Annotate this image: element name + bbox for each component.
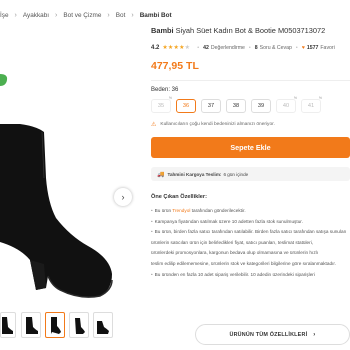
add-to-cart-button[interactable]: Sepete Ekle — [151, 137, 350, 158]
breadcrumb: İşe › Ayakkabı › Bot ve Çizme › Bot › Bambi … — [0, 8, 172, 22]
size-badge: % — [168, 96, 172, 100]
feature-item: Kampanya fiyatından satılmak üzere 10 ad… — [151, 217, 350, 228]
next-image-button[interactable]: › — [114, 188, 132, 206]
size-option[interactable]: 40% — [276, 96, 297, 113]
feature-text: Bu üründen en fazla 10 adet sipariş veri… — [154, 271, 315, 277]
chevron-right-icon: › — [14, 11, 17, 19]
size-badge: % — [318, 96, 322, 100]
chevron-right-icon: › — [121, 192, 125, 202]
all-features-label: ÜRÜNÜN TÜM ÖZELLİKLERİ — [229, 331, 308, 338]
size-option[interactable]: 41% — [301, 96, 322, 113]
feature-item: teslim edilip edilememesine, ürünlerin s… — [151, 259, 350, 270]
breadcrumb-item[interactable]: Bot — [116, 12, 126, 19]
truck-icon: 🚚 — [157, 171, 165, 178]
thumbnail[interactable] — [0, 312, 16, 338]
size-option-label: 41 — [307, 103, 315, 109]
favorite-label: Favori — [320, 44, 335, 51]
size-option-label: 35 — [157, 103, 165, 109]
rating-score: 4.2 — [151, 44, 160, 51]
size-option[interactable]: 37 — [201, 99, 221, 113]
feature-item: ürünlerin satıcıları ürün için belirledi… — [151, 238, 350, 249]
size-option-label: 37 — [207, 103, 215, 109]
rating-row: 4.2 ★★★★★ • 42 Değerlendirme • 8 Soru & … — [151, 44, 350, 52]
size-label: Beden: 36 — [151, 87, 179, 93]
warning-icon: ⚠ — [151, 122, 157, 128]
breadcrumb-item[interactable]: Bot ve Çizme — [63, 12, 101, 19]
feature-item: Bu üründen en fazla 10 adet sipariş veri… — [151, 270, 350, 281]
thumbnail-active[interactable] — [45, 312, 65, 338]
breadcrumb-current[interactable]: Bambi Bot — [140, 12, 172, 19]
size-option-label: 39 — [257, 103, 265, 109]
delivery-estimate: 🚚 Tahmini Kargoya Teslim: 6 gün içinde — [151, 167, 350, 181]
size-recommendation-text: Kullanıcıların çoğu kendi bedeninizi alm… — [160, 122, 275, 127]
thumbnail[interactable] — [21, 312, 41, 338]
review-label[interactable]: Değerlendirme — [211, 45, 245, 51]
all-features-button[interactable]: ÜRÜNÜN TÜM ÖZELLİKLERİ › — [195, 324, 350, 345]
feature-text: ürünlerin satıcıları ürün için belirledi… — [151, 239, 314, 245]
size-recommendation: ⚠ Kullanıcıların çoğu kendi bedeninizi a… — [151, 121, 350, 128]
features-title: Öne Çıkan Özellikler: — [151, 194, 207, 200]
review-count[interactable]: 42 — [203, 45, 209, 51]
rating-stars[interactable]: ★★★★★ — [162, 44, 190, 51]
feature-text: tarafından gönderilecektir. — [190, 208, 246, 213]
feature-text: Kampanya fiyatından satılmak üzere 10 ad… — [154, 218, 303, 224]
eco-leaf-icon — [0, 72, 8, 88]
size-options: 35% 36 37 38 39 40% 41% — [151, 96, 350, 113]
thumbnail[interactable] — [69, 312, 89, 338]
feature-item: ürünlerdeki promosyonlara, kargonun beda… — [151, 248, 350, 259]
product-info: Bambi Siyah Süet Kadın Bot & Bootie M050… — [151, 26, 350, 280]
seller-link[interactable]: Trendyol — [172, 208, 190, 213]
separator: • — [295, 44, 298, 51]
qa-label[interactable]: Soru & Cevap — [260, 45, 292, 51]
product-price: 477,95 TL — [151, 60, 199, 72]
feature-item: Bu ürün Trendyol tarafından gönderilecek… — [151, 206, 350, 217]
qa-count[interactable]: 8 — [255, 45, 258, 51]
chevron-right-icon: › — [107, 11, 110, 19]
breadcrumb-item[interactable]: İşe — [0, 12, 9, 19]
thumbnail[interactable] — [93, 312, 113, 338]
product-main-image[interactable]: › — [0, 28, 138, 308]
feature-text: teslim edilip edilememesine, ürünlerin s… — [151, 260, 336, 266]
size-option[interactable]: 35% — [151, 96, 172, 113]
boot-image — [0, 124, 113, 298]
chevron-right-icon: › — [131, 11, 134, 19]
size-option-selected[interactable]: 36 — [176, 99, 196, 113]
feature-text: ürünlerdeki promosyonlara, kargonun beda… — [151, 250, 319, 256]
delivery-label: Tahmini Kargoya Teslim: — [167, 171, 222, 177]
product-title: Bambi Siyah Süet Kadın Bot & Bootie M050… — [151, 26, 350, 35]
size-badge: % — [293, 96, 297, 100]
heart-icon: ♥ — [301, 44, 305, 51]
thumbnail-strip — [0, 312, 113, 338]
divider — [151, 80, 350, 81]
separator: • — [248, 44, 251, 51]
product-brand[interactable]: Bambi — [151, 26, 174, 35]
product-gallery: › — [0, 28, 138, 350]
breadcrumb-item[interactable]: Ayakkabı — [23, 12, 49, 19]
product-name: Siyah Süet Kadın Bot & Bootie M050371307… — [175, 26, 326, 35]
favorite-count: 1577 — [306, 44, 319, 51]
size-option-label: 36 — [182, 103, 190, 109]
delivery-value: 6 gün içinde — [223, 171, 249, 177]
feature-text: Bu ürün, birden fazla satıcı tarafından … — [154, 229, 347, 235]
size-option[interactable]: 39 — [251, 99, 271, 113]
features-list: Bu ürün Trendyol tarafından gönderilecek… — [151, 206, 350, 280]
chevron-right-icon: › — [55, 11, 58, 19]
feature-item: Bu ürün, birden fazla satıcı tarafından … — [151, 227, 350, 238]
feature-text: Bu ürün — [154, 208, 173, 213]
separator: • — [197, 44, 200, 51]
chevron-right-icon: › — [313, 331, 316, 338]
size-option-label: 40 — [282, 103, 290, 109]
size-option[interactable]: 38 — [226, 99, 246, 113]
size-option-label: 38 — [232, 103, 240, 109]
